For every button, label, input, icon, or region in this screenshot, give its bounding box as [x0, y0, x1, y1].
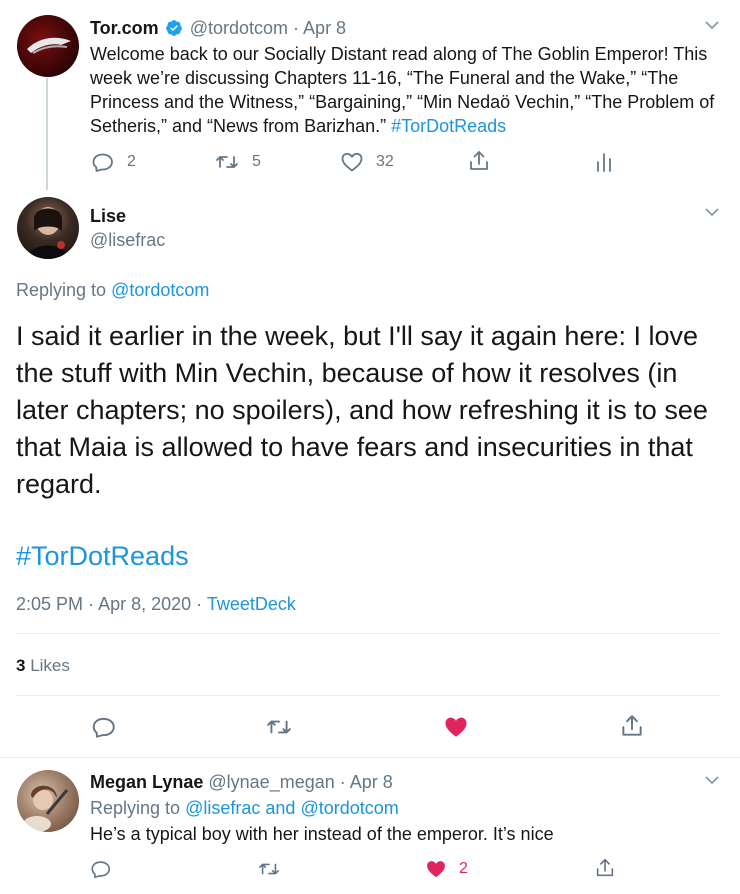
tweet1-analytics-action[interactable]	[594, 150, 614, 174]
main-source-sep: ·	[196, 594, 203, 614]
main-time[interactable]: 2:05 PM	[16, 594, 83, 614]
main-chevron-down-icon[interactable]	[704, 207, 720, 217]
like-icon	[341, 152, 363, 172]
reply-reply-action[interactable]	[90, 858, 112, 880]
tweet1-chevron-down-icon[interactable]	[704, 20, 720, 30]
main-handle[interactable]: @lisefrac	[90, 229, 165, 251]
tor-logo-icon	[27, 37, 71, 54]
tweet1-handle[interactable]: @tordotcom	[190, 18, 288, 38]
share-icon	[622, 715, 642, 736]
main-source[interactable]: TweetDeck	[207, 594, 296, 614]
main-likes-count: 3	[16, 656, 26, 675]
main-timestamp-row: 2:05 PM · Apr 8, 2020 · TweetDeck	[16, 593, 296, 615]
divider-3	[0, 757, 740, 758]
reply-handle[interactable]: @lynae_megan	[208, 772, 334, 792]
tweet1-reply-action[interactable]: 2	[91, 150, 136, 174]
main-reply-action[interactable]	[90, 714, 118, 740]
lise-avatar[interactable]	[17, 197, 79, 259]
reply-icon	[92, 717, 115, 738]
tweet1-like-action[interactable]: 32	[340, 150, 394, 174]
reply-date[interactable]: Apr 8	[350, 772, 393, 792]
tweet1-separator: ·	[293, 18, 300, 38]
main-display-name[interactable]: Lise	[90, 205, 126, 227]
main-like-action[interactable]	[442, 714, 470, 740]
megan-avatar[interactable]	[17, 770, 79, 832]
tordotcom-avatar[interactable]	[17, 15, 79, 77]
megan-avatar-photo	[23, 785, 69, 832]
lise-avatar-photo	[27, 207, 69, 259]
reply-retweet-action[interactable]	[257, 858, 281, 880]
like-icon-active	[445, 717, 467, 737]
reply-icon	[91, 861, 111, 879]
reply-text: He’s a typical boy with her instead of t…	[90, 824, 554, 844]
reply-separator: ·	[339, 772, 346, 792]
main-date[interactable]: Apr 8, 2020	[98, 594, 191, 614]
divider-1	[16, 633, 720, 634]
like-icon-active	[427, 861, 445, 878]
reply-like-action[interactable]: 2	[425, 858, 468, 880]
tweet1-retweet-action[interactable]: 5	[214, 150, 261, 174]
retweet-icon	[267, 720, 291, 734]
reply-display-name[interactable]: Megan Lynae	[90, 772, 203, 792]
reply-chevron-down-icon[interactable]	[704, 775, 720, 785]
tweet1-retweet-count: 5	[252, 153, 261, 170]
tweet1-like-count: 32	[376, 153, 394, 170]
analytics-icon	[597, 153, 611, 172]
tweet1-text: Welcome back to our Socially Distant rea…	[90, 42, 715, 138]
reply-share-action[interactable]	[594, 857, 616, 879]
main-share-action[interactable]	[618, 713, 646, 739]
reply-and-label[interactable]: and	[265, 798, 295, 818]
main-retweet-action[interactable]	[264, 714, 294, 740]
reply-header: Megan Lynae @lynae_megan · Apr 8	[90, 771, 393, 793]
main-likes-label: Likes	[30, 656, 70, 675]
divider-2	[16, 695, 720, 696]
tweet1-share-action[interactable]	[467, 149, 491, 173]
reply-replying-label: Replying to	[90, 798, 181, 818]
main-replying-to: Replying to @tordotcom	[16, 279, 209, 301]
tweet1-display-name[interactable]: Tor.com	[90, 18, 159, 38]
tweet1-reply-count: 2	[127, 153, 136, 170]
main-tweet-text: I said it earlier in the week, but I'll …	[16, 321, 708, 499]
share-icon	[596, 858, 614, 877]
thread-line	[46, 78, 48, 190]
reply-like-count: 2	[459, 860, 468, 877]
retweet-icon	[216, 156, 238, 168]
main-likes-stat[interactable]: 3 Likes	[16, 655, 70, 677]
tweet1-date[interactable]: Apr 8	[303, 18, 346, 38]
share-icon	[470, 151, 488, 170]
tweet1-hashtag[interactable]: #TorDotReads	[391, 116, 506, 136]
reply-replying-handle-2[interactable]: @tordotcom	[300, 798, 398, 818]
reply-replying-to: Replying to @lisefrac and @tordotcom	[90, 797, 399, 819]
verified-badge-icon	[165, 20, 182, 36]
retweet-icon	[259, 863, 279, 875]
reply-replying-handle-1[interactable]: @lisefrac	[185, 798, 260, 818]
main-time-sep: ·	[88, 594, 95, 614]
main-replying-handle[interactable]: @tordotcom	[111, 280, 209, 300]
main-replying-label: Replying to	[16, 280, 107, 300]
tweet1-header: Tor.com @tordotcom · Apr 8	[90, 17, 346, 39]
main-hashtag[interactable]: #TorDotReads	[16, 540, 189, 572]
reply-icon	[92, 153, 113, 172]
